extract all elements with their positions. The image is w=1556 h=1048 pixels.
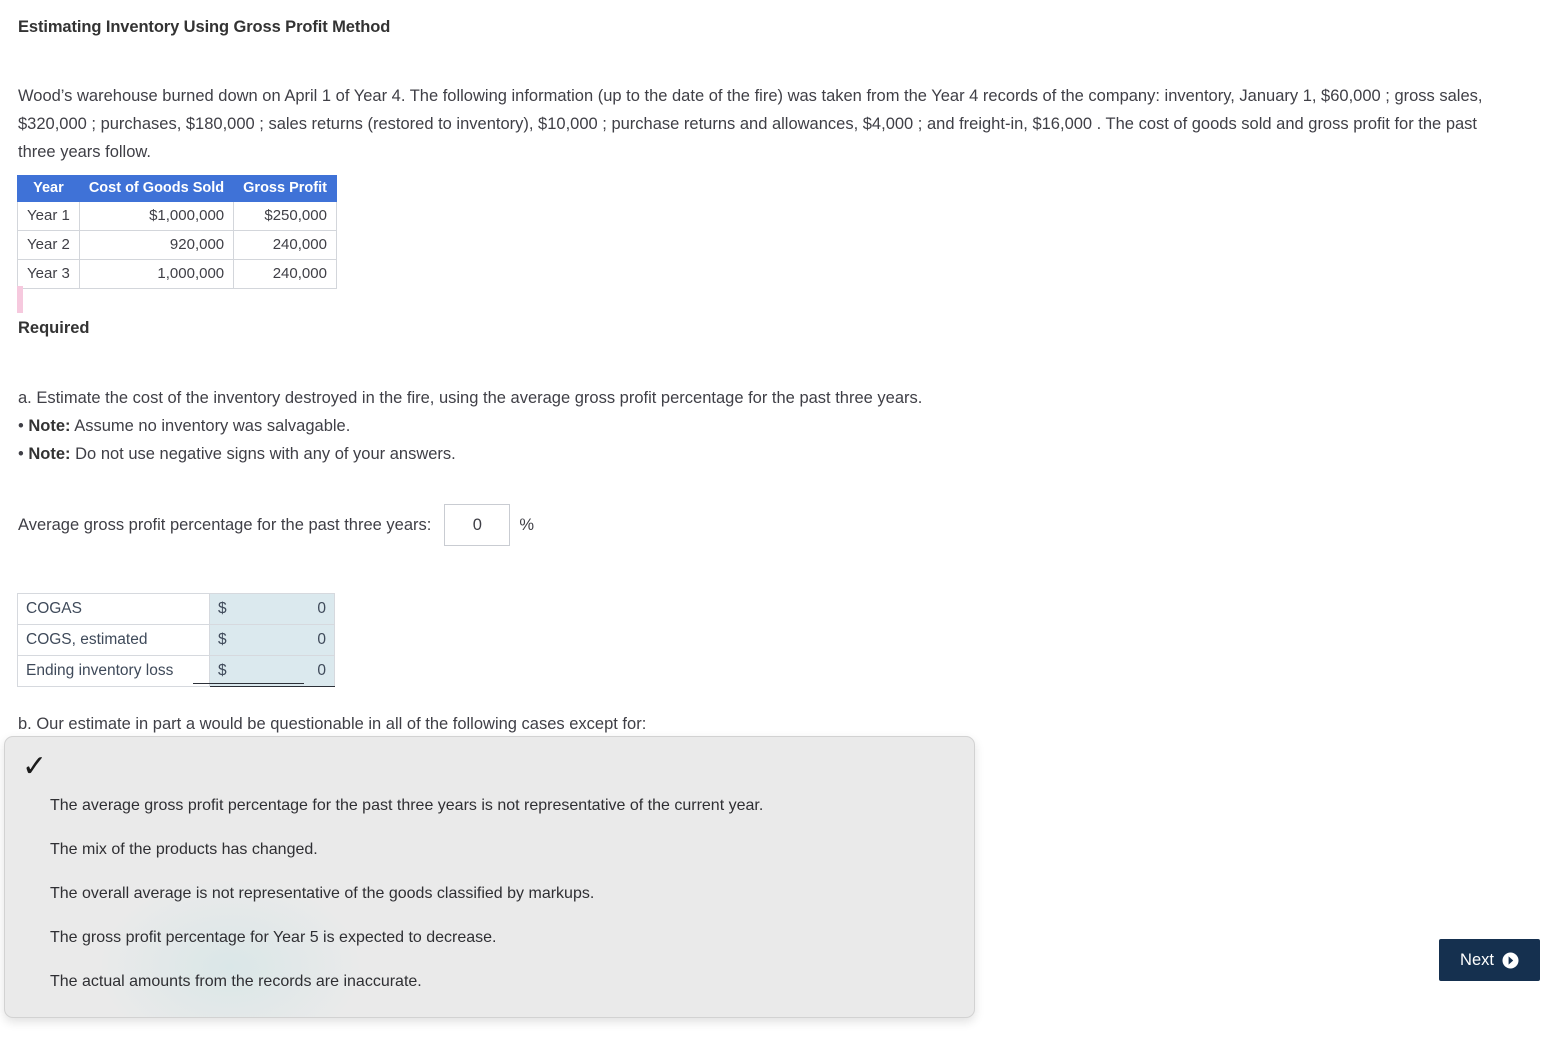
cogs-estimated-row-label: COGS, estimated [17, 624, 210, 656]
total-double-underline [193, 683, 304, 684]
cell-cogs: $1,000,000 [78, 201, 235, 231]
dropdown-option-3[interactable]: The overall average is not representativ… [50, 885, 594, 903]
cell-gross-profit: 240,000 [233, 230, 337, 260]
part-b-prompt: b. Our estimate in part a would be quest… [18, 715, 647, 733]
cell-year: Year 1 [17, 201, 80, 231]
dropdown-option-5[interactable]: The actual amounts from the records are … [50, 973, 422, 991]
arrow-right-circle-icon [1502, 952, 1519, 969]
average-gross-profit-row: Average gross profit percentage for the … [18, 504, 534, 546]
column-header-year: Year [17, 175, 80, 202]
table-header-row: Year Cost of Goods Sold Gross Profit [17, 175, 337, 202]
dropdown-option-4[interactable]: The gross profit percentage for Year 5 i… [50, 929, 497, 947]
ending-inventory-loss-value-cell[interactable]: $ 0 [209, 655, 335, 687]
next-button[interactable]: Next [1439, 939, 1540, 981]
column-header-cogs: Cost of Goods Sold [78, 175, 235, 202]
cogas-value-cell[interactable]: $ 0 [209, 593, 335, 625]
note-1-text: Assume no inventory was salvagable. [74, 417, 351, 435]
table-row: Year 3 1,000,000 240,000 [17, 259, 337, 289]
cogas-answer-table: COGAS $ 0 COGS, estimated $ 0 Ending inv… [17, 593, 335, 687]
cogs-estimated-value: 0 [317, 631, 326, 648]
next-button-label: Next [1460, 950, 1494, 969]
page-title: Estimating Inventory Using Gross Profit … [18, 18, 391, 36]
ending-inventory-loss-row-label: Ending inventory loss [17, 655, 210, 687]
table-row: Year 1 $1,000,000 $250,000 [17, 201, 337, 231]
currency-symbol: $ [218, 600, 227, 617]
requirement-a-text: a. Estimate the cost of the inventory de… [18, 389, 923, 407]
cell-gross-profit: 240,000 [233, 259, 337, 289]
cell-year: Year 3 [17, 259, 80, 289]
requirement-note-2: • Note: Do not use negative signs with a… [18, 440, 456, 468]
cell-cogs: 1,000,000 [78, 259, 235, 289]
ending-inventory-loss-value: 0 [317, 662, 326, 679]
pink-highlight-marker [17, 286, 23, 313]
cogas-row-label: COGAS [17, 593, 210, 625]
required-heading: Required [18, 319, 90, 337]
requirement-note-1: • Note: Assume no inventory was salvagab… [18, 412, 350, 440]
note-2-text: Do not use negative signs with any of yo… [75, 445, 456, 463]
table-row: Ending inventory loss $ 0 [17, 655, 335, 687]
table-row: COGS, estimated $ 0 [17, 624, 335, 656]
cogs-estimated-value-cell[interactable]: $ 0 [209, 624, 335, 656]
dropdown-option-1[interactable]: The average gross profit percentage for … [50, 797, 763, 815]
table-row: Year 2 920,000 240,000 [17, 230, 337, 260]
note-bullet: • [18, 445, 24, 463]
currency-symbol: $ [218, 631, 227, 648]
intro-paragraph: Wood’s warehouse burned down on April 1 … [18, 87, 1483, 161]
cogas-value: 0 [317, 600, 326, 617]
checkmark-icon: ✓ [22, 750, 48, 783]
percent-sign-label: % [519, 515, 535, 534]
average-gross-profit-label: Average gross profit percentage for the … [18, 515, 432, 534]
table-row: COGAS $ 0 [17, 593, 335, 625]
currency-symbol: $ [218, 662, 227, 679]
note-bullet: • [18, 417, 24, 435]
dropdown-option-2[interactable]: The mix of the products has changed. [50, 841, 318, 859]
note-label: Note: [28, 445, 71, 463]
column-header-gross-profit: Gross Profit [233, 175, 337, 202]
average-gross-profit-input[interactable] [444, 504, 511, 546]
note-label: Note: [28, 417, 71, 435]
cell-cogs: 920,000 [78, 230, 235, 260]
cell-gross-profit: $250,000 [233, 201, 337, 231]
prior-years-table: Year Cost of Goods Sold Gross Profit Yea… [17, 175, 337, 289]
cell-year: Year 2 [17, 230, 80, 260]
